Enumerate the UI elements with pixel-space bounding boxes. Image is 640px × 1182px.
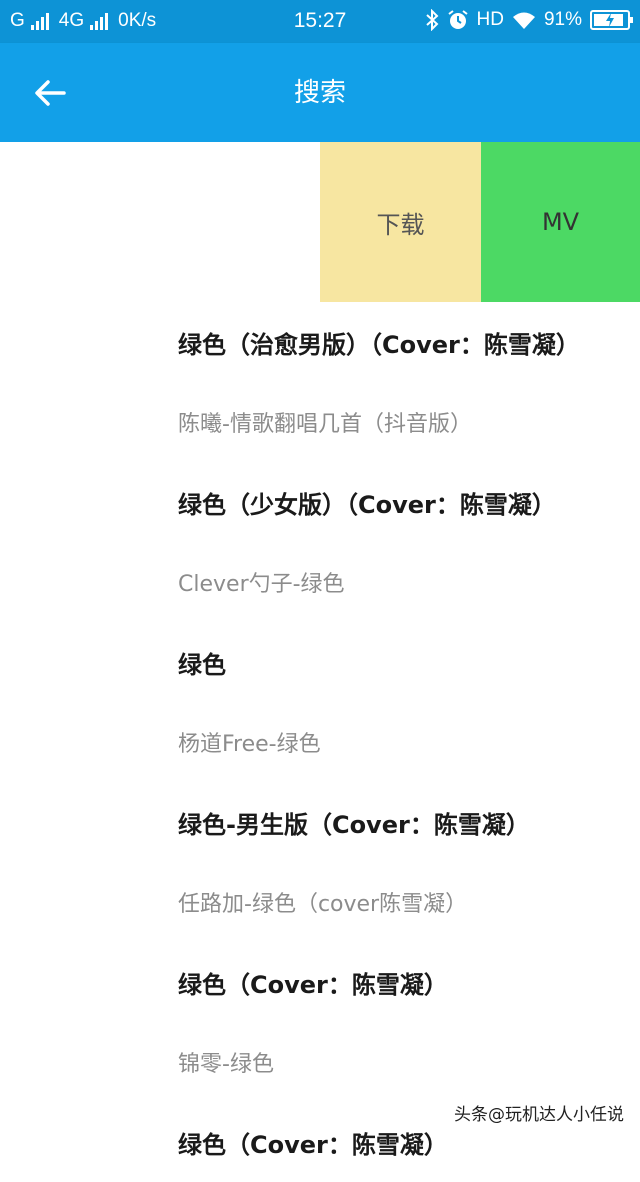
page-title: 搜索 [0,75,640,111]
download-button[interactable]: 下载 [320,142,481,302]
song-title-row[interactable]: 绿色-男生版（Cover：陈雪凝） [0,782,640,862]
watermark: 头条@玩机达人小任说 [448,1097,630,1128]
wifi-icon [512,10,536,30]
status-right: HD 91% [425,9,630,31]
bluetooth-icon [425,9,439,31]
alarm-icon [447,9,469,31]
song-title-row[interactable]: 绿色 [0,622,640,702]
artist-row[interactable]: 锦零-绿色 [0,1022,640,1102]
hd-label: HD [477,9,504,31]
search-result-list: 绿色（治愈男版）（Cover：陈雪凝）陈曦-情歌翻唱几首（抖音版）绿色（少女版）… [0,302,640,1182]
app-bar: 搜索 [0,43,640,142]
artist-row[interactable]: Clever勺子-绿色 [0,542,640,622]
watermark-text: 头条@玩机达人小任说 [454,1100,624,1125]
mv-button[interactable]: MV [481,142,640,302]
artist-row[interactable]: 陈曦-情歌翻唱几首（抖音版） [0,382,640,462]
charging-icon [605,13,615,27]
battery-icon [590,10,630,30]
status-bar: G 4G 0K/s 15:27 HD 91% [0,0,640,43]
song-title-row[interactable]: 绿色（少女版）（Cover：陈雪凝） [0,462,640,542]
artist-row[interactable]: 任路加-绿色（cover陈雪凝） [0,862,640,942]
song-title-row[interactable]: 绿色（治愈男版）（Cover：陈雪凝） [0,302,640,382]
song-title-row[interactable]: 绿色（Cover：陈雪凝） [0,942,640,1022]
artist-row[interactable]: 杨道Free-绿色 [0,702,640,782]
swiped-row[interactable]: 下载 MV [0,142,640,302]
battery-percent: 91% [544,9,582,31]
